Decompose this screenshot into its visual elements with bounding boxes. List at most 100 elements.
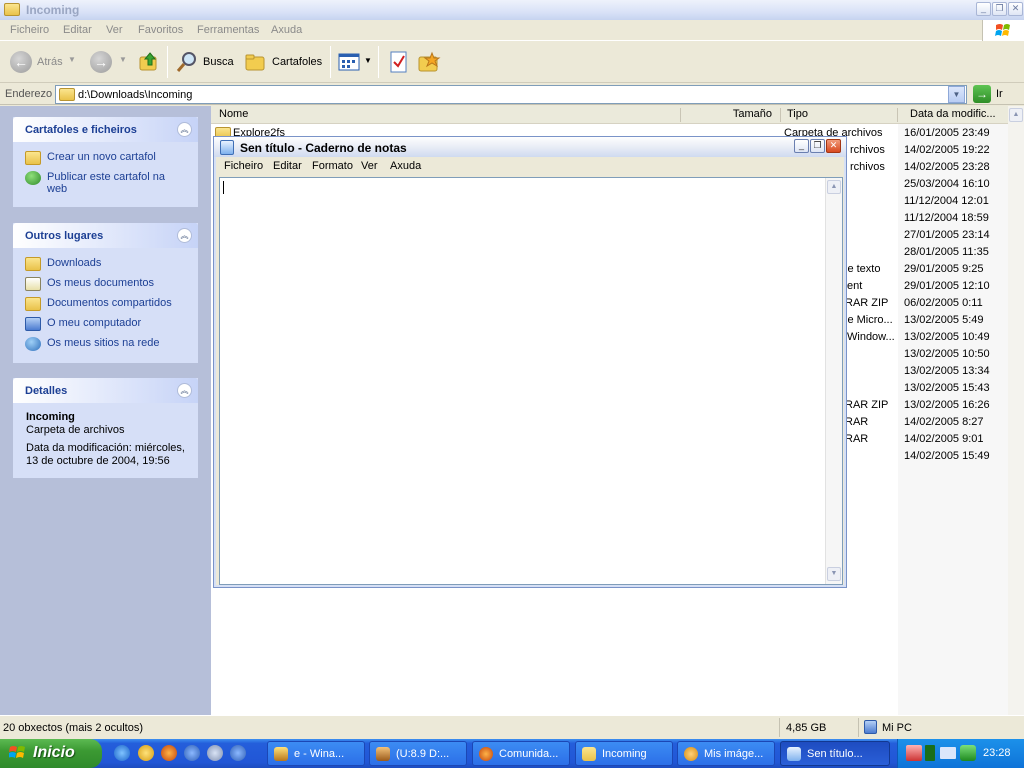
notepad-menu-editar[interactable]: Editar bbox=[273, 160, 302, 172]
place-network[interactable]: Os meus sitios na rede bbox=[25, 337, 160, 351]
place-downloads[interactable]: Downloads bbox=[25, 257, 101, 271]
task-winamp[interactable]: e - Wina... bbox=[267, 741, 365, 766]
task-images[interactable]: Mis imáge... bbox=[677, 741, 775, 766]
publish-web-link[interactable]: Publicar este cartafol na web bbox=[25, 171, 185, 195]
menu-editar[interactable]: Editar bbox=[63, 24, 92, 36]
menu-favoritos[interactable]: Favoritos bbox=[138, 24, 183, 36]
collapse-chevron-icon[interactable]: ︽ bbox=[177, 122, 192, 137]
panel-header[interactable]: Outros lugares ︽ bbox=[13, 223, 198, 248]
place-shared-documents[interactable]: Documentos compartidos bbox=[25, 297, 172, 311]
notepad-close-button[interactable]: ✕ bbox=[826, 139, 841, 153]
search-button-label[interactable]: Busca bbox=[203, 56, 234, 68]
status-object-count: 20 obxectos (mais 2 ocultos) bbox=[3, 722, 144, 734]
file-type: RAR bbox=[845, 416, 869, 428]
folder-icon bbox=[582, 747, 596, 761]
details-modified: Data da modificación: miércoles, bbox=[26, 442, 185, 454]
panel-header[interactable]: Detalles ︽ bbox=[13, 378, 198, 403]
messenger-tray-icon[interactable] bbox=[960, 745, 976, 761]
show-desktop-icon[interactable] bbox=[207, 745, 223, 761]
views-icon[interactable] bbox=[338, 52, 362, 72]
explorer-title-bar[interactable]: Incoming _ ❐ ✕ bbox=[0, 0, 1024, 20]
go-button-label[interactable]: Ir bbox=[996, 88, 1003, 100]
restore-button[interactable]: ❐ bbox=[992, 2, 1007, 16]
task-torrent[interactable]: (U:8.9 D:... bbox=[369, 741, 467, 766]
menu-ver[interactable]: Ver bbox=[106, 24, 123, 36]
back-button-label[interactable]: Atrás bbox=[37, 56, 63, 68]
menu-ferramentas[interactable]: Ferramentas bbox=[197, 24, 259, 36]
folders-button-label[interactable]: Cartafoles bbox=[272, 56, 322, 68]
notepad-scrollbar[interactable]: ▲ ▼ bbox=[825, 178, 842, 584]
winamp-quicklaunch-icon[interactable] bbox=[138, 745, 154, 761]
address-input[interactable]: d:\Downloads\Incoming bbox=[55, 85, 967, 104]
notepad-window[interactable]: Sen título - Caderno de notas _ ❐ ✕ Fich… bbox=[213, 136, 847, 588]
favorite-folder-icon[interactable] bbox=[418, 51, 442, 73]
file-date: 11/12/2004 18:59 bbox=[904, 212, 989, 224]
column-header-date[interactable]: Data da modific... bbox=[898, 108, 1008, 122]
panel-header[interactable]: Cartafoles e ficheiros ︽ bbox=[13, 117, 198, 142]
column-header-size[interactable]: Tamaño bbox=[681, 108, 781, 122]
status-location: Mi PC bbox=[882, 722, 912, 734]
folders-icon[interactable] bbox=[245, 52, 267, 72]
forward-dropdown-icon[interactable]: ▼ bbox=[119, 55, 127, 64]
task-label: e - Wina... bbox=[294, 748, 345, 760]
clock[interactable]: 23:28 bbox=[983, 747, 1011, 759]
file-date: 25/03/2004 16:10 bbox=[904, 178, 990, 190]
network-tray-icon[interactable] bbox=[925, 745, 935, 761]
mail-tray-icon[interactable] bbox=[940, 747, 956, 759]
place-my-documents[interactable]: Os meus documentos bbox=[25, 277, 154, 291]
close-button[interactable]: ✕ bbox=[1008, 2, 1023, 16]
search-icon[interactable] bbox=[175, 50, 199, 74]
toolbar-separator bbox=[330, 46, 331, 78]
computer-icon bbox=[864, 720, 877, 734]
back-arrow-icon[interactable]: ← bbox=[10, 51, 32, 73]
shared-folder-icon bbox=[25, 297, 41, 311]
column-header-name[interactable]: Nome bbox=[211, 108, 681, 122]
app-c-icon[interactable] bbox=[184, 745, 200, 761]
file-date: 13/02/2005 15:43 bbox=[904, 382, 990, 394]
collapse-chevron-icon[interactable]: ︽ bbox=[177, 383, 192, 398]
notepad-menu-formato[interactable]: Formato bbox=[312, 160, 353, 172]
notepad-maximize-button[interactable]: ❐ bbox=[810, 139, 825, 153]
start-button[interactable]: Inicio bbox=[0, 739, 102, 768]
new-folder-link[interactable]: Crear un novo cartafol bbox=[25, 151, 156, 165]
ie-icon[interactable] bbox=[114, 745, 130, 761]
computer-icon bbox=[25, 317, 41, 331]
column-header-type[interactable]: Tipo bbox=[781, 108, 898, 122]
scroll-up-icon[interactable]: ▲ bbox=[1009, 108, 1023, 122]
up-folder-icon[interactable] bbox=[138, 50, 160, 72]
status-size: 4,85 GB bbox=[786, 722, 827, 734]
taskbar: Inicio e - Wina... (U:8.9 D:... Comunida… bbox=[0, 739, 1024, 768]
notepad-text-area[interactable]: ▲ ▼ bbox=[219, 177, 843, 585]
checklist-doc-icon[interactable] bbox=[389, 51, 409, 73]
user-tray-icon[interactable] bbox=[906, 745, 922, 761]
file-list-scrollbar[interactable]: ▲ bbox=[1008, 106, 1024, 715]
address-dropdown-icon[interactable]: ▼ bbox=[948, 86, 965, 103]
notepad-menu-ver[interactable]: Ver bbox=[361, 160, 378, 172]
scroll-up-icon[interactable]: ▲ bbox=[827, 180, 841, 194]
scroll-down-icon[interactable]: ▼ bbox=[827, 567, 841, 581]
details-modified-date: 13 de octubre de 2004, 19:56 bbox=[26, 455, 170, 467]
notepad-menu-ficheiro[interactable]: Ficheiro bbox=[224, 160, 263, 172]
collapse-chevron-icon[interactable]: ︽ bbox=[177, 228, 192, 243]
go-arrow-icon[interactable]: → bbox=[973, 85, 991, 103]
menu-axuda[interactable]: Axuda bbox=[271, 24, 302, 36]
task-firefox[interactable]: Comunida... bbox=[472, 741, 570, 766]
notepad-menu-axuda[interactable]: Axuda bbox=[390, 160, 421, 172]
notepad-title-bar[interactable]: Sen título - Caderno de notas _ ❐ ✕ bbox=[214, 137, 846, 157]
task-incoming[interactable]: Incoming bbox=[575, 741, 673, 766]
address-label: Enderezo bbox=[5, 88, 53, 100]
firefox-icon[interactable] bbox=[161, 745, 177, 761]
forward-arrow-icon[interactable]: → bbox=[90, 51, 112, 73]
minimize-button[interactable]: _ bbox=[976, 2, 991, 16]
text-cursor bbox=[223, 181, 224, 194]
menu-ficheiro[interactable]: Ficheiro bbox=[10, 24, 49, 36]
back-dropdown-icon[interactable]: ▼ bbox=[68, 55, 76, 64]
file-type: RAR bbox=[845, 433, 869, 445]
views-dropdown-icon[interactable]: ▼ bbox=[364, 56, 372, 65]
app-d-icon[interactable] bbox=[230, 745, 246, 761]
link-label: O meu computador bbox=[47, 317, 142, 329]
place-my-computer[interactable]: O meu computador bbox=[25, 317, 141, 331]
task-notepad[interactable]: Sen título... bbox=[780, 741, 890, 766]
file-date: 14/02/2005 23:28 bbox=[904, 161, 990, 173]
notepad-minimize-button[interactable]: _ bbox=[794, 139, 809, 153]
